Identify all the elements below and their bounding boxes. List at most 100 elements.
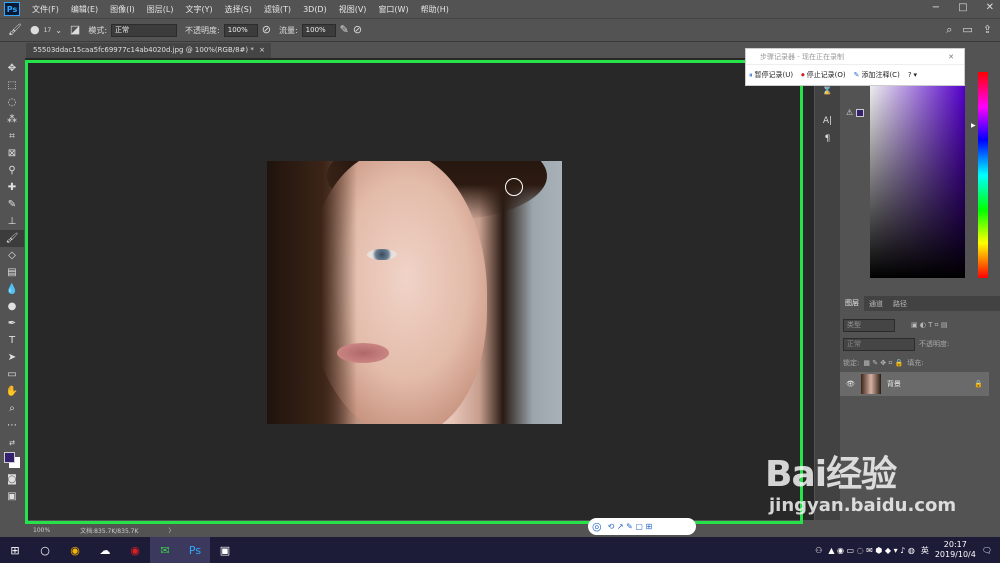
search-icon[interactable]: ⌕ [946, 24, 952, 36]
photoshop-taskbar-icon[interactable]: Ps [180, 537, 210, 563]
brush-size-value: 17 [43, 26, 52, 34]
recorder-close-icon[interactable]: ✕ [948, 49, 954, 65]
gamut-color-swatch[interactable] [856, 109, 864, 117]
history-brush-tool-icon[interactable]: 🖌 [0, 230, 24, 247]
cortana-search-icon[interactable]: ○ [30, 537, 60, 563]
flow-field[interactable]: 100% [301, 23, 336, 37]
zoom-tool-icon[interactable]: ⌕ [0, 400, 24, 417]
close-icon[interactable]: ✕ [986, 2, 994, 13]
flow-label: 流量: [278, 25, 298, 35]
add-comment-label: 添加注释(C) [861, 71, 900, 79]
add-comment-button[interactable]: ✎ 添加注释(C) [854, 70, 900, 80]
chrome-icon[interactable]: ◉ [60, 537, 90, 563]
workspace-icon[interactable]: ▭ [962, 24, 972, 36]
notification-icon[interactable]: 🗨 [982, 546, 992, 555]
path-selection-tool-icon[interactable]: ➤ [0, 349, 24, 366]
windows-start-icon[interactable]: ⊞ [0, 537, 30, 563]
blend-mode-select[interactable]: 正常 [843, 337, 915, 351]
document-size[interactable]: 文档:835.7K/835.7K [80, 526, 138, 535]
color-swatches[interactable] [0, 451, 24, 471]
pen-tool-icon[interactable]: ✒ [0, 315, 24, 332]
minimize-icon[interactable]: − [932, 2, 940, 13]
foreground-color-swatch[interactable] [4, 452, 15, 463]
pressure-opacity-icon[interactable]: ⊘ [262, 24, 271, 36]
menu-view[interactable]: 视图(V) [333, 4, 373, 15]
tab-paths[interactable]: 路径 [888, 299, 912, 309]
menu-layer[interactable]: 图层(L) [141, 4, 180, 15]
filter-icons[interactable]: ▣ ◐ T ⌗ ▤ [911, 321, 947, 330]
document-tab[interactable]: 55503ddac15caa5fc69977c14ab4020d.jpg @ 1… [26, 43, 271, 58]
brush-tool-preset-icon[interactable]: 🖌 [8, 24, 22, 36]
share-icon[interactable]: ⇪ [983, 24, 992, 36]
pause-record-button[interactable]: ⏸ 暂停记录(U) [749, 70, 793, 80]
frame-tool-icon[interactable]: ⊠ [0, 145, 24, 162]
clone-stamp-tool-icon[interactable]: ⊥ [0, 213, 24, 230]
capture-tool-icons[interactable]: ⟲ ↗ ✎ ▢ ⊞ [608, 522, 653, 531]
menu-select[interactable]: 选择(S) [219, 4, 258, 15]
close-tab-icon[interactable]: × [259, 43, 265, 58]
crop-tool-icon[interactable]: ⌗ [0, 128, 24, 145]
menu-3d[interactable]: 3D(D) [297, 5, 333, 14]
screen-mode-icon[interactable]: ▣ [0, 488, 24, 505]
status-arrow-icon[interactable]: 〉 [168, 526, 174, 535]
dodge-tool-icon[interactable]: ● [0, 298, 24, 315]
out-of-gamut-warning-icon[interactable]: ⚠ [846, 108, 853, 117]
hue-slider[interactable] [978, 72, 988, 278]
rectangle-tool-icon[interactable]: ▭ [0, 366, 24, 383]
menu-help[interactable]: 帮助(H) [415, 4, 455, 15]
help-button[interactable]: ? ▾ [908, 71, 917, 79]
gradient-tool-icon[interactable]: ▤ [0, 264, 24, 281]
quick-mask-icon[interactable]: ◙ [0, 471, 24, 488]
netease-music-icon[interactable]: ◉ [120, 537, 150, 563]
visibility-eye-icon[interactable]: 👁 [846, 380, 855, 388]
brush-tool-icon[interactable]: ✎ [0, 196, 24, 213]
menu-window[interactable]: 窗口(W) [372, 4, 414, 15]
color-picker-field[interactable] [870, 72, 965, 278]
stop-record-button[interactable]: ⏺ 停止记录(O) [801, 70, 845, 80]
menu-type[interactable]: 文字(Y) [179, 4, 218, 15]
menu-filter[interactable]: 滤镜(T) [258, 4, 297, 15]
eraser-tool-icon[interactable]: ◇ [0, 247, 24, 264]
hue-slider-marker-icon[interactable]: ▶ [971, 122, 976, 129]
people-icon[interactable]: ⚇ [815, 546, 822, 555]
tray-app-icons[interactable]: ▲ ◉ ▭ ◌ ✉ ⬢ ◆ ▾ ♪ ◍ [828, 546, 915, 555]
brush-settings-icon[interactable]: ◪ [70, 24, 80, 36]
airbrush-icon[interactable]: ✎ [340, 24, 349, 36]
tab-layers[interactable]: 图层 [840, 296, 864, 311]
type-tool-icon[interactable]: T [0, 332, 24, 349]
opacity-field[interactable]: 100% [223, 23, 258, 37]
input-language[interactable]: 英 [921, 545, 929, 556]
tab-channels[interactable]: 通道 [864, 299, 888, 309]
watermark-url: jingyan.baidu.com [769, 495, 957, 516]
swap-colors-icon[interactable]: ⇄ [0, 434, 24, 451]
mode-select[interactable]: 正常 [111, 23, 178, 37]
steps-recorder-window: 步骤记录器 - 现在正在录制 ✕ ⏸ 暂停记录(U) ⏺ 停止记录(O) ✎ 添… [745, 48, 965, 86]
wechat-icon[interactable]: ✉ [150, 537, 180, 563]
maximize-icon[interactable]: □ [958, 2, 967, 13]
paragraph-panel-icon[interactable]: ¶ [815, 130, 840, 148]
eyedropper-tool-icon[interactable]: ⚲ [0, 162, 24, 179]
magic-wand-tool-icon[interactable]: ⁂ [0, 111, 24, 128]
app-icon[interactable]: ☁ [90, 537, 120, 563]
menu-file[interactable]: 文件(F) [26, 4, 65, 15]
layer-row-background[interactable]: 👁 背景 🔒 [840, 372, 989, 396]
lock-icons[interactable]: ▦ ✎ ✥ ⌗ 🔒 [863, 359, 903, 368]
marquee-tool-icon[interactable]: ⬚ [0, 77, 24, 94]
healing-brush-tool-icon[interactable]: ✚ [0, 179, 24, 196]
lasso-tool-icon[interactable]: ◌ [0, 94, 24, 111]
edit-toolbar-icon[interactable]: ⋯ [0, 417, 24, 434]
brush-size-picker[interactable]: ● 17 ⌄ [30, 24, 62, 36]
move-tool-icon[interactable]: ✥ [0, 60, 24, 77]
layer-filter-select[interactable]: 类型 [843, 318, 895, 332]
menu-edit[interactable]: 编辑(E) [65, 4, 104, 15]
zoom-level[interactable]: 100% [33, 527, 50, 534]
character-panel-icon[interactable]: A| [815, 112, 840, 130]
hand-tool-icon[interactable]: ✋ [0, 383, 24, 400]
menu-image[interactable]: 图像(I) [104, 4, 141, 15]
blur-tool-icon[interactable]: 💧 [0, 281, 24, 298]
steps-recorder-taskbar-icon[interactable]: ▣ [210, 537, 240, 563]
capture-logo-icon[interactable]: ◎ [592, 520, 602, 533]
pause-icon: ⏸ [749, 70, 753, 79]
clock[interactable]: 20:17 2019/10/4 [935, 540, 976, 560]
pressure-size-icon[interactable]: ⊘ [353, 24, 362, 36]
